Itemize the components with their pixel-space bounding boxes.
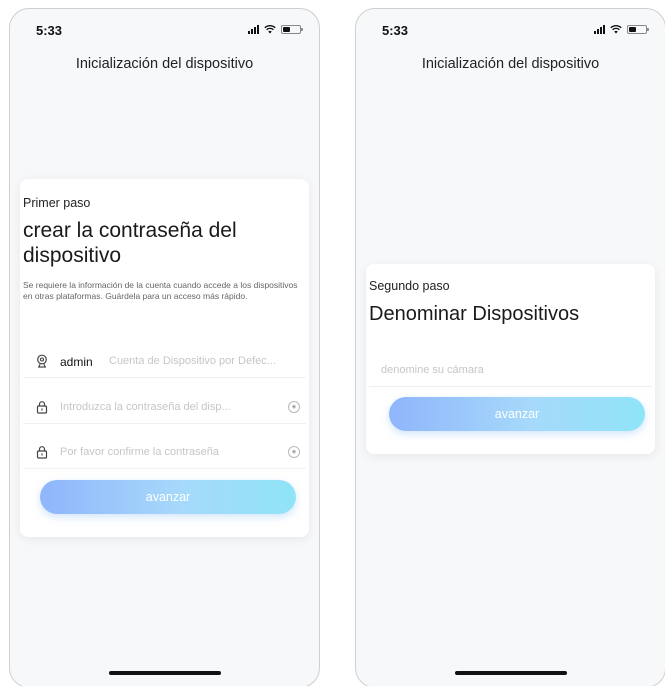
wifi-icon [610,25,622,34]
username-value: admin [60,355,93,369]
wifi-icon [264,25,276,34]
password-placeholder: Introduzca la contraseña del disp... [60,401,231,413]
step-title: Denominar Dispositivos [369,303,580,325]
username-field[interactable]: admin Cuenta de Dispositivo por Defec... [23,346,306,378]
status-time: 5:33 [382,23,409,38]
status-icons [594,24,649,34]
status-icons [248,24,303,34]
advance-button[interactable]: avanzar [40,480,296,514]
username-placeholder: Cuenta de Dispositivo por Defec... [109,355,276,367]
signal-icon [594,24,605,34]
home-indicator [454,671,567,675]
confirm-password-placeholder: Por favor confirme la contraseña [60,446,219,458]
status-bar: 5:33 [356,9,665,49]
password-field[interactable]: Introduzca la contraseña del disp... ◉ [23,392,306,424]
battery-icon [281,24,303,34]
phone-screen-step-2: 5:33 Inicialización del dispositivo Segu… [355,8,665,686]
page-title: Inicialización del dispositivo [421,56,600,72]
step-description: Se requiere la información de la cuenta … [23,280,298,301]
camera-name-field[interactable]: denomine su cámara [369,355,652,387]
confirm-password-field[interactable]: Por favor confirme la contraseña ◉ [23,437,306,469]
step-title: crear la contraseña del dispositivo [23,219,237,267]
advance-button[interactable]: avanzar [389,397,645,431]
lock-icon [36,446,48,459]
page-title: Inicialización del dispositivo [75,56,254,72]
signal-icon [248,24,259,34]
user-icon [37,354,47,368]
eye-icon[interactable]: ◉ [288,446,300,458]
eye-icon[interactable]: ◉ [288,401,300,413]
step-label: Segundo paso [369,279,450,293]
camera-name-placeholder: denomine su cámara [381,364,484,376]
battery-icon [627,24,649,34]
home-indicator [108,671,221,675]
phone-screen-step-1: 5:33 Inicialización del dispositivo Prim… [9,8,320,686]
status-bar: 5:33 [10,9,319,49]
step-label: Primer paso [23,196,91,210]
lock-icon [36,401,48,414]
status-time: 5:33 [36,23,63,38]
